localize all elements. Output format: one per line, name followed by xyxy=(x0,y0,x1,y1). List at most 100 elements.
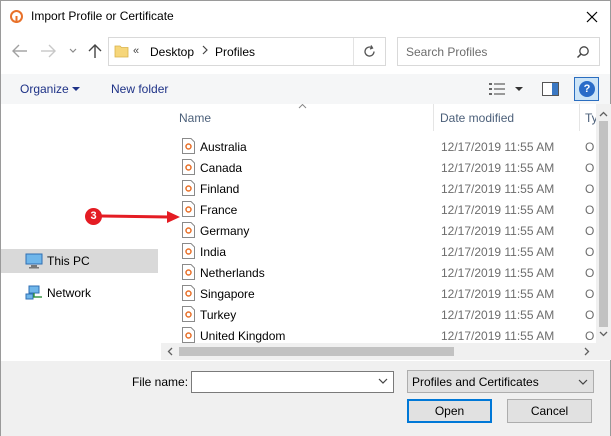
import-dialog: Import Profile or Certificate « Desktop … xyxy=(0,0,611,436)
file-name: Germany xyxy=(200,224,250,238)
file-row[interactable]: Singapore 12/17/2019 11:55 AM O xyxy=(166,283,596,304)
file-type-select[interactable]: Profiles and Certificates xyxy=(407,370,594,393)
refresh-icon[interactable] xyxy=(362,44,377,59)
file-date: 12/17/2019 11:55 AM xyxy=(441,224,555,238)
sort-ascending-icon xyxy=(298,104,307,109)
address-bar[interactable]: « Desktop Profiles xyxy=(108,37,386,66)
column-header-label: Date modified xyxy=(440,111,515,125)
chevron-right-icon[interactable] xyxy=(200,44,210,56)
profile-file-icon xyxy=(182,180,195,196)
address-divider xyxy=(353,38,354,65)
open-button[interactable]: Open xyxy=(407,399,492,423)
scroll-right-arrow-icon[interactable] xyxy=(581,345,593,358)
file-type: O xyxy=(585,329,595,343)
file-row[interactable]: Finland 12/17/2019 11:55 AM O xyxy=(166,178,596,199)
file-type: O xyxy=(585,287,595,301)
file-type: O xyxy=(585,182,595,196)
file-name: Singapore xyxy=(200,287,255,301)
profile-file-icon xyxy=(182,243,195,259)
nav-item-label: Network xyxy=(47,286,92,300)
file-date: 12/17/2019 11:55 AM xyxy=(441,308,555,322)
forward-arrow-icon[interactable] xyxy=(39,43,57,59)
search-box[interactable]: Search Profiles xyxy=(397,37,600,66)
file-date: 12/17/2019 11:55 AM xyxy=(441,182,555,196)
file-type: O xyxy=(585,224,595,238)
chevron-down-icon[interactable] xyxy=(378,378,388,384)
file-name: United Kingdom xyxy=(200,329,286,343)
nav-item-this-pc[interactable]: This PC xyxy=(1,249,158,273)
scrollbar-corner xyxy=(596,343,611,360)
vertical-scrollbar[interactable] xyxy=(596,104,611,343)
profile-file-icon xyxy=(182,159,195,175)
file-row[interactable]: Turkey 12/17/2019 11:55 AM O xyxy=(166,304,596,325)
file-row[interactable]: France 12/17/2019 11:55 AM O xyxy=(166,199,596,220)
search-input[interactable]: Search Profiles xyxy=(406,45,487,59)
file-row[interactable]: Germany 12/17/2019 11:55 AM O xyxy=(166,220,596,241)
breadcrumb-overflow[interactable]: « xyxy=(133,45,139,57)
file-type: O xyxy=(585,308,595,322)
up-arrow-icon[interactable] xyxy=(87,43,103,59)
file-list: Name Date modified Ty Australia 12/17/20… xyxy=(166,104,596,344)
recent-locations-chevron-icon[interactable] xyxy=(67,45,79,57)
file-row[interactable]: Netherlands 12/17/2019 11:55 AM O xyxy=(166,262,596,283)
file-row[interactable]: United Kingdom 12/17/2019 11:55 AM O xyxy=(166,325,596,344)
file-row[interactable]: India 12/17/2019 11:55 AM O xyxy=(166,241,596,262)
file-date: 12/17/2019 11:55 AM xyxy=(441,203,555,217)
column-header-label: Ty xyxy=(585,111,596,125)
cancel-button[interactable]: Cancel xyxy=(507,399,592,423)
help-button[interactable]: ? xyxy=(574,77,599,101)
view-dropdown-arrow-icon[interactable] xyxy=(515,87,523,91)
scroll-up-arrow-icon[interactable] xyxy=(596,108,611,120)
file-name-input[interactable] xyxy=(191,371,394,393)
file-name: Australia xyxy=(200,140,247,154)
file-date: 12/17/2019 11:55 AM xyxy=(441,245,555,259)
scroll-left-arrow-icon[interactable] xyxy=(164,345,176,358)
column-header-name[interactable]: Name xyxy=(166,104,434,131)
file-type: O xyxy=(585,161,595,175)
file-type: O xyxy=(585,245,595,259)
help-icon: ? xyxy=(579,81,595,97)
file-date: 12/17/2019 11:55 AM xyxy=(441,140,555,154)
column-header-date-modified[interactable]: Date modified xyxy=(435,104,580,131)
close-icon[interactable] xyxy=(582,7,602,27)
profile-file-icon xyxy=(182,285,195,301)
profile-file-icon xyxy=(182,222,195,238)
search-icon[interactable] xyxy=(576,45,590,59)
preview-pane-icon[interactable] xyxy=(542,82,559,96)
view-options-icon[interactable] xyxy=(489,82,505,96)
organize-dropdown-arrow-icon[interactable] xyxy=(72,87,80,91)
back-arrow-icon[interactable] xyxy=(11,43,29,59)
file-name: France xyxy=(200,203,238,217)
profile-file-icon xyxy=(182,306,195,322)
folder-icon xyxy=(114,45,129,58)
column-header-label: Name xyxy=(179,111,212,125)
file-type-value: Profiles and Certificates xyxy=(412,375,539,389)
file-type: O xyxy=(585,140,595,154)
file-name: Canada xyxy=(200,161,243,175)
file-name: Finland xyxy=(200,182,240,196)
file-type: O xyxy=(585,266,595,280)
nav-item-network[interactable]: Network xyxy=(1,281,158,305)
breadcrumb-desktop[interactable]: Desktop xyxy=(150,45,194,59)
breadcrumb-profiles[interactable]: Profiles xyxy=(215,45,255,59)
column-header-type[interactable]: Ty xyxy=(581,104,596,131)
organize-button[interactable]: Organize xyxy=(20,82,69,96)
file-row[interactable]: Canada 12/17/2019 11:55 AM O xyxy=(166,157,596,178)
horizontal-scroll-thumb[interactable] xyxy=(179,347,454,356)
navigation-pane: This PC Network xyxy=(1,104,159,361)
horizontal-scrollbar[interactable] xyxy=(161,343,596,360)
file-name: Turkey xyxy=(200,308,237,322)
file-date: 12/17/2019 11:55 AM xyxy=(441,329,555,343)
file-name-label: File name: xyxy=(132,375,189,389)
chevron-down-icon xyxy=(578,379,588,385)
scroll-down-arrow-icon[interactable] xyxy=(596,328,611,340)
file-date: 12/17/2019 11:55 AM xyxy=(441,266,555,280)
new-folder-button[interactable]: New folder xyxy=(111,82,168,96)
vertical-scroll-thumb[interactable] xyxy=(599,121,608,327)
command-toolbar: Organize New folder ? xyxy=(1,74,610,104)
annotation-arrow-icon xyxy=(101,211,180,223)
profile-file-icon xyxy=(182,201,195,217)
nav-item-label: This PC xyxy=(47,254,90,268)
file-row[interactable]: Australia 12/17/2019 11:55 AM O xyxy=(166,136,596,157)
profile-file-icon xyxy=(182,327,195,343)
